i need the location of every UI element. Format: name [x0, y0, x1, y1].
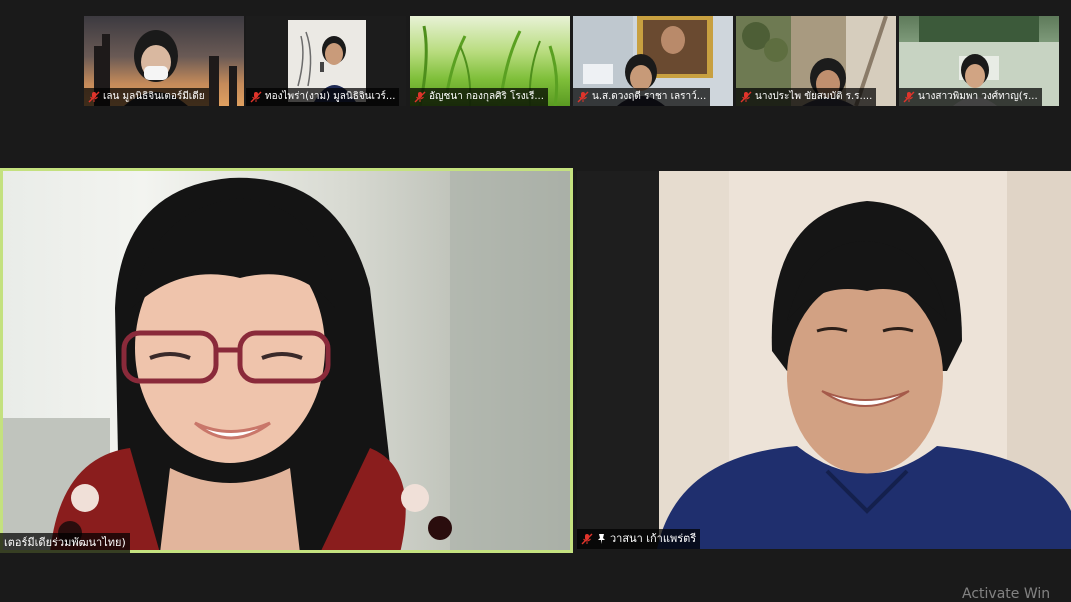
muted-mic-icon	[577, 91, 589, 103]
video-conference-window: เลน มูลนิธิจินเตอร์มีเดีย ทองไพร่า(งาม) …	[0, 0, 1071, 602]
participant-name: เตอร์มีเดียร่วมพัฒนาไทย)	[4, 536, 126, 549]
os-activation-watermark: Activate Win	[962, 586, 1051, 602]
video-feed	[577, 171, 1071, 549]
muted-mic-icon	[414, 91, 426, 103]
pin-icon	[596, 533, 607, 545]
participant-name: ทองไพร่า(งาม) มูลนิธิจินเวร์...	[265, 91, 396, 102]
participant-nameplate: เลน มูลนิธิจินเตอร์มีเดีย	[84, 88, 209, 106]
participant-thumbnail[interactable]: นางสาวพิมพา วงศ์ทาญ(ร...	[899, 16, 1059, 106]
muted-mic-icon	[250, 91, 262, 103]
participant-nameplate: ทองไพร่า(งาม) มูลนิธิจินเวร์...	[246, 88, 400, 106]
participant-thumbnail[interactable]: นางประไพ ขัยสมบัติ ร.ร....	[736, 16, 896, 106]
pinned-participant-video[interactable]: วาสนา เก้าแพร่ตรี	[577, 171, 1071, 549]
participant-nameplate: เตอร์มีเดียร่วมพัฒนาไทย)	[0, 533, 130, 553]
participant-name: อัญชนา กองกุลศิริ โรงเรี...	[429, 91, 544, 102]
participant-thumbnail[interactable]: น.ส.ดวงฤดี ราชา เลราว์...	[573, 16, 733, 106]
participant-name: วาสนา เก้าแพร่ตรี	[610, 532, 697, 545]
muted-mic-icon	[903, 91, 915, 103]
active-speaker-video[interactable]: เตอร์มีเดียร่วมพัฒนาไทย)	[0, 168, 573, 553]
video-feed	[0, 168, 573, 553]
participant-name: เลน มูลนิธิจินเตอร์มีเดีย	[103, 91, 205, 102]
participant-thumbnail[interactable]: ทองไพร่า(งาม) มูลนิธิจินเวร์...	[246, 16, 406, 106]
participant-name: นางสาวพิมพา วงศ์ทาญ(ร...	[918, 91, 1038, 102]
muted-mic-icon	[740, 91, 752, 103]
muted-mic-icon	[88, 91, 100, 103]
participant-thumbnail[interactable]: อัญชนา กองกุลศิริ โรงเรี...	[410, 16, 570, 106]
muted-mic-icon	[581, 533, 593, 545]
participant-name: น.ส.ดวงฤดี ราชา เลราว์...	[592, 91, 707, 102]
participant-thumbnail[interactable]: เลน มูลนิธิจินเตอร์มีเดีย	[84, 16, 244, 106]
participant-nameplate: วาสนา เก้าแพร่ตรี	[577, 529, 701, 549]
participant-name: นางประไพ ขัยสมบัติ ร.ร....	[755, 91, 873, 102]
participant-nameplate: นางประไพ ขัยสมบัติ ร.ร....	[736, 88, 877, 106]
participant-nameplate: อัญชนา กองกุลศิริ โรงเรี...	[410, 88, 548, 106]
participant-nameplate: นางสาวพิมพา วงศ์ทาญ(ร...	[899, 88, 1042, 106]
participant-nameplate: น.ส.ดวงฤดี ราชา เลราว์...	[573, 88, 711, 106]
